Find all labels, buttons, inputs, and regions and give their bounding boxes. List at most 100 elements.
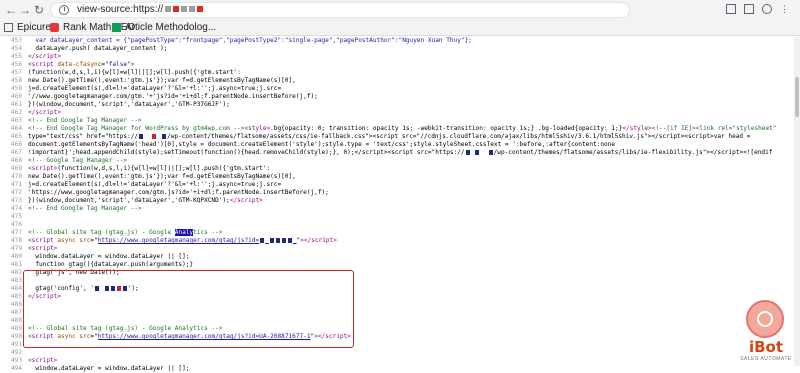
- info-icon[interactable]: [59, 5, 69, 15]
- line-number: 493: [10, 357, 22, 364]
- reload-icon[interactable]: ↻: [32, 3, 46, 17]
- code-text: <script async src="https://www.googletag…: [28, 237, 337, 244]
- rankmath-icon: [50, 23, 59, 32]
- line-number: 475: [10, 213, 22, 220]
- code-text: new Date().getTime(),event:'gtm.js'});va…: [28, 173, 296, 180]
- menu-icon[interactable]: ⋮: [780, 4, 790, 14]
- code-line: 476: [0, 221, 800, 229]
- code-text: 'https://www.googletagmanager.com/gtm.js…: [28, 189, 329, 196]
- line-number: 457: [10, 69, 22, 76]
- code-text: window.dataLayer = window.dataLayer || […: [28, 253, 190, 260]
- code-line: 493 <script>: [0, 357, 800, 365]
- code-text: var dataLayer_content = {"pagePostType":…: [35, 37, 472, 44]
- line-number: 472: [10, 189, 22, 196]
- line-number: 453: [10, 37, 22, 44]
- ibot-logo: iBot SALES AUTOMATE: [738, 300, 794, 364]
- bookmark-epicure[interactable]: Epicure: [4, 22, 51, 33]
- code-text: window.dataLayer = window.dataLayer || […: [28, 365, 190, 372]
- line-number: 455: [10, 53, 22, 60]
- extensions-icon[interactable]: [744, 4, 754, 14]
- code-line: 473 })(window,document,'script','dataLaye…: [0, 197, 800, 205]
- logo-subtitle: SALES AUTOMATE: [740, 356, 792, 362]
- back-icon[interactable]: ←: [4, 3, 18, 17]
- code-text: j=d.createElement(s),dl=l!='dataLayer'?'…: [28, 181, 282, 188]
- profile-avatar[interactable]: [762, 4, 772, 14]
- line-number: 470: [10, 173, 22, 180]
- line-number: 467: [10, 149, 22, 156]
- code-line: 457 (function(w,d,s,l,i){w[l]=w[l]||[];w[…: [0, 69, 800, 77]
- code-line: 462 </script>: [0, 109, 800, 117]
- line-number: 456: [10, 61, 22, 68]
- code-line: 455 </script>: [0, 53, 800, 61]
- forward-icon[interactable]: →: [18, 3, 32, 17]
- code-line: 477 <!-- Global site tag (gtag.js) - Goog…: [0, 229, 800, 237]
- code-text: <script>: [28, 357, 58, 364]
- bookmark-article-methodology[interactable]: Article Methodolog...: [112, 22, 216, 33]
- code-text: (function(w,d,s,l,i){w[l]=w[l]||[];w[l].…: [28, 69, 241, 76]
- code-line: 471 j=d.createElement(s),dl=l!='dataLayer…: [0, 181, 800, 189]
- line-number: 460: [10, 93, 22, 100]
- code-line: 456 <script data-cfasync="false">: [0, 61, 800, 69]
- line-number: 465: [10, 133, 22, 140]
- code-text: <!-- End Google Tag Manager -->: [28, 205, 142, 212]
- logo-text: iBot: [748, 338, 784, 356]
- code-line: 474 <!-- End Google Tag Manager -->: [0, 205, 800, 213]
- code-text: })(window,document,'script','dataLayer',…: [28, 197, 263, 204]
- code-text: <!-- Google Tag Manager -->: [28, 157, 128, 164]
- code-line: 458 new Date().getTime(),event:'gtm.js'})…: [0, 77, 800, 85]
- scrollbar[interactable]: [794, 37, 800, 366]
- line-number: 461: [10, 101, 22, 108]
- code-line: 480 window.dataLayer = window.dataLayer …: [0, 253, 800, 261]
- code-line: 463 <!-- End Google Tag Manager -->: [0, 117, 800, 125]
- code-line: 494 window.dataLayer = window.dataLayer …: [0, 365, 800, 373]
- line-number: 458: [10, 77, 22, 84]
- highlight-box: [23, 270, 354, 348]
- code-text: <script data-cfasync="false">: [28, 61, 135, 68]
- code-line: 467 !important}';head.appendChild(style);…: [0, 149, 800, 157]
- code-line: 478 <script async src="https://www.google…: [0, 237, 800, 245]
- code-text: dataLayer.push( dataLayer_content );: [28, 45, 168, 52]
- line-number: 459: [10, 85, 22, 92]
- code-text: <script>(function(w,d,s,l,i){w[l]=w[l]||…: [28, 165, 271, 172]
- code-text: j=d.createElement(s),dl=l!='dataLayer'?'…: [28, 85, 282, 92]
- bookmark-star-icon[interactable]: [726, 4, 736, 14]
- code-line: 453 var dataLayer_content = {"pagePostTy…: [0, 37, 800, 45]
- code-text: '//www.googletagmanager.com/gtm.'+'js?id…: [28, 93, 318, 100]
- url-text: view-source:https://: [77, 4, 204, 15]
- code-line: 475: [0, 213, 800, 221]
- code-line: 461})(window,document,'script','dataLaye…: [0, 101, 800, 109]
- code-line: 465 type="text/css" href="https:// /wp-co…: [0, 133, 800, 141]
- code-line: 469 <script>(function(w,d,s,l,i){w[l]=w[l…: [0, 165, 800, 173]
- scrollbar-thumb[interactable]: [795, 77, 799, 117]
- code-line: 466 document.getElementsByTagName('head')…: [0, 141, 800, 149]
- line-number: 454: [10, 45, 22, 52]
- line-number: 492: [10, 349, 22, 356]
- line-number: 476: [10, 221, 22, 228]
- code-text: !important}';head.appendChild(style);set…: [28, 149, 773, 156]
- bookmark-label: Epicure: [17, 22, 51, 33]
- address-bar[interactable]: view-source:https://: [50, 2, 630, 18]
- code-line: 470 new Date().getTime(),event:'gtm.js'})…: [0, 173, 800, 181]
- code-text: type="text/css" href="https:// /wp-conte…: [28, 133, 751, 140]
- line-number: 473: [10, 197, 22, 204]
- code-line: 454 dataLayer.push( dataLayer_content );: [0, 45, 800, 53]
- code-line: 481 function gtag(){dataLayer.push(argum…: [0, 261, 800, 269]
- code-text: new Date().getTime(),event:'gtm.js'});va…: [28, 77, 296, 84]
- code-text: <!-- Global site tag (gtag.js) - Google …: [28, 229, 223, 236]
- code-text: <!-- End Google Tag Manager -->: [28, 117, 142, 124]
- line-number: 464: [10, 125, 22, 132]
- code-line: 479 <script>: [0, 245, 800, 253]
- line-number: 469: [10, 165, 22, 172]
- code-text: function gtag(){dataLayer.push(arguments…: [28, 261, 194, 268]
- line-number: 478: [10, 237, 22, 244]
- code-text: </script>: [28, 109, 62, 116]
- code-text: <script>: [28, 245, 58, 252]
- line-number: 462: [10, 109, 22, 116]
- logo-icon: [746, 300, 784, 338]
- line-number: 466: [10, 141, 22, 148]
- code-line: 459 j=d.createElement(s),dl=l!='dataLayer…: [0, 85, 800, 93]
- code-line: 464 <!-- End Google Tag Manager for WordP…: [0, 125, 800, 133]
- bookmarks-bar: Epicure Rank Math SEO Article Methodolog…: [0, 20, 800, 36]
- line-number: 494: [10, 365, 22, 372]
- line-number: 463: [10, 117, 22, 124]
